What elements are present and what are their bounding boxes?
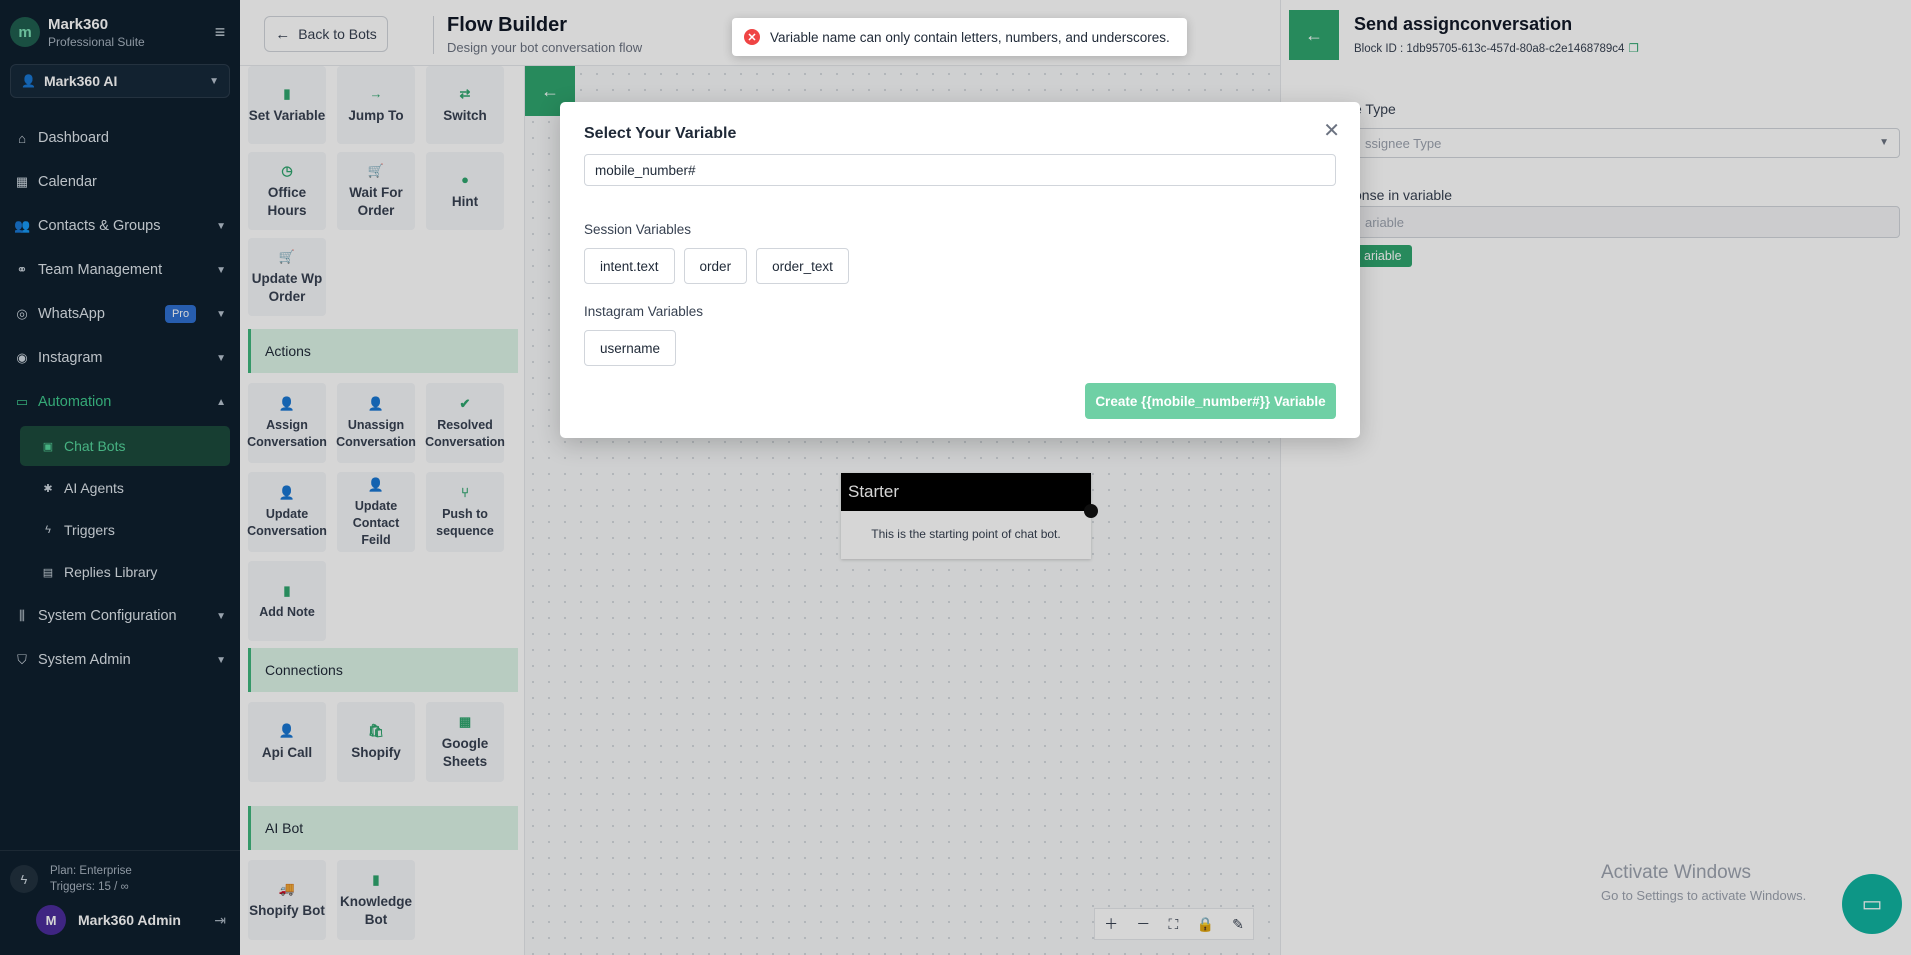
variable-chip[interactable]: intent.text: [584, 248, 675, 284]
instagram-variables-label: Instagram Variables: [584, 304, 704, 319]
variable-chip[interactable]: order_text: [756, 248, 849, 284]
close-icon[interactable]: ✕: [1323, 118, 1340, 143]
variable-chip[interactable]: username: [584, 330, 677, 366]
error-toast: ✕ Variable name can only contain letters…: [732, 18, 1187, 56]
instagram-variables-list: username: [584, 330, 685, 366]
toast-message: Variable name can only contain letters, …: [770, 29, 1170, 45]
create-variable-button[interactable]: Create {{mobile_number#}} Variable: [1085, 383, 1336, 419]
session-variables-label: Session Variables: [584, 222, 692, 237]
session-variables-list: intent.text order order_text: [584, 248, 858, 284]
select-variable-modal: Select Your Variable ✕ Session Variables…: [560, 102, 1360, 438]
variable-chip[interactable]: order: [683, 248, 748, 284]
variable-name-input[interactable]: [584, 154, 1336, 186]
error-icon: ✕: [744, 29, 760, 45]
modal-title: Select Your Variable: [584, 125, 737, 142]
